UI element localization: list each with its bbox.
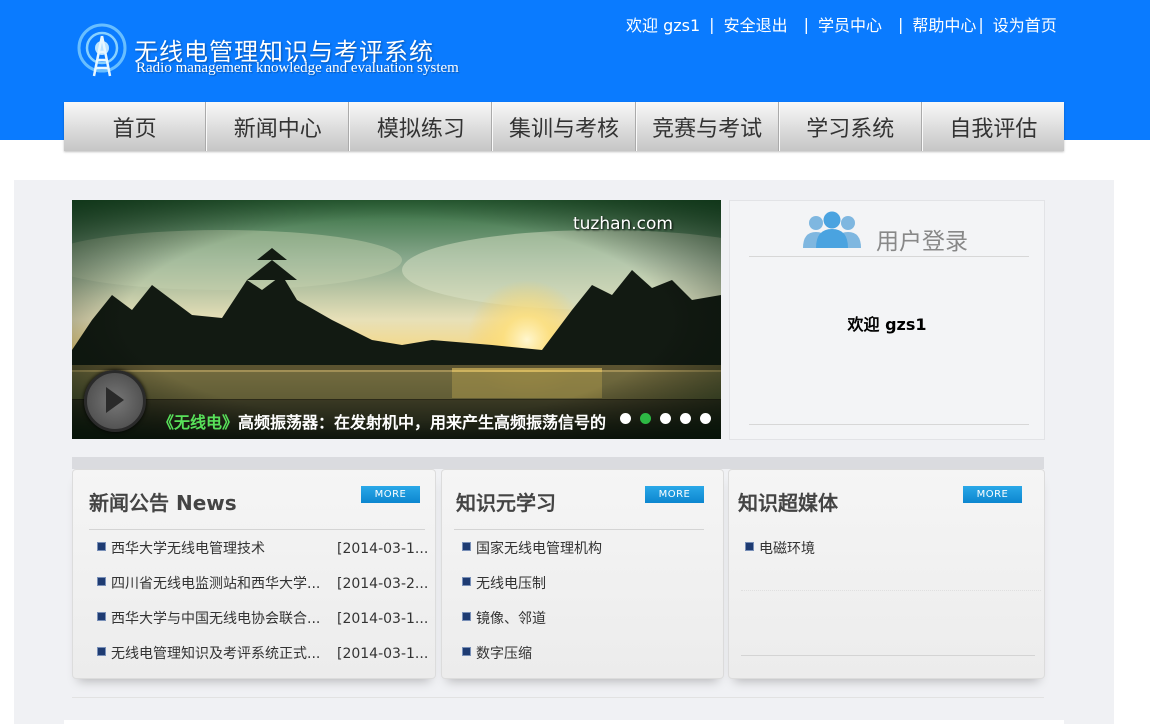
banner-carousel[interactable]: tuzhan.com 《无线电》高频振荡器：在发射机中，用来产生高频振荡信号的	[72, 200, 721, 439]
news-item-date: [2014-03-1...	[337, 611, 429, 627]
login-title: 用户登录	[876, 229, 968, 255]
bullet-icon	[462, 577, 471, 586]
banner-caption[interactable]: 《无线电》高频振荡器：在发射机中，用来产生高频振荡信号的	[158, 409, 606, 433]
knowledge-panel: 知识元学习 MORE 国家无线电管理机构 无线电压制 镜像、邻道 数字压缩	[441, 469, 724, 679]
knowledge-more-button[interactable]: MORE	[645, 486, 704, 503]
nav-home[interactable]: 首页	[64, 102, 207, 151]
news-more-button[interactable]: MORE	[361, 486, 420, 503]
student-center-link[interactable]: 学员中心	[818, 12, 882, 36]
knowledge-item-title: 镜像、邻道	[476, 611, 546, 627]
media-panel: 知识超媒体 MORE 电磁环境	[728, 469, 1045, 679]
welcome-user-link[interactable]: 欢迎 gzs1	[626, 12, 700, 36]
divider	[741, 655, 1035, 656]
bullet-icon	[462, 647, 471, 656]
main-nav: 首页 新闻中心 模拟练习 集训与考核 竞赛与考试 学习系统 自我评估	[64, 102, 1064, 151]
banner-watermark: tuzhan.com	[572, 214, 673, 234]
nav-practice[interactable]: 模拟练习	[349, 102, 493, 151]
section-divider-strip	[72, 457, 1044, 469]
nav-news-center[interactable]: 新闻中心	[206, 102, 350, 151]
help-center-link[interactable]: 帮助中心	[912, 12, 976, 36]
nav-competition-exam[interactable]: 竞赛与考试	[635, 102, 779, 151]
knowledge-item-title: 无线电压制	[476, 576, 546, 592]
bullet-icon	[462, 542, 471, 551]
link-separator: |	[897, 14, 904, 34]
knowledge-panel-title: 知识元学习	[456, 491, 556, 515]
news-panel-title: 新闻公告 News	[89, 491, 237, 515]
nav-self-assessment[interactable]: 自我评估	[921, 102, 1064, 151]
nav-learning-system[interactable]: 学习系统	[778, 102, 922, 151]
nav-training-assessment[interactable]: 集训与考核	[492, 102, 636, 151]
login-panel: 用户登录 欢迎 gzs1	[729, 200, 1045, 440]
carousel-dot[interactable]	[700, 413, 711, 424]
login-header: 用户登录	[749, 201, 1029, 257]
news-item-title: 无线电管理知识及考评系统正式...	[111, 646, 321, 662]
news-item-date: [2014-03-2...	[337, 576, 429, 592]
media-more-button[interactable]: MORE	[963, 486, 1022, 503]
carousel-dot-active[interactable]	[640, 413, 651, 424]
divider	[454, 529, 704, 530]
radio-tower-icon	[77, 23, 127, 77]
logout-link[interactable]: 安全退出	[724, 12, 788, 36]
knowledge-item-title: 数字压缩	[476, 646, 532, 662]
divider	[749, 424, 1029, 425]
banner-caption-tag: 《无线电》	[158, 413, 239, 432]
carousel-dots	[620, 413, 720, 424]
banner-caption-text: 高频振荡器：在发射机中，用来产生高频振荡信号的	[238, 413, 607, 432]
divider	[72, 697, 1044, 698]
news-panel: 新闻公告 News MORE 西华大学无线电管理技术 [2014-03-1...…	[72, 469, 436, 679]
link-separator: |	[709, 14, 715, 34]
carousel-dot[interactable]	[680, 413, 691, 424]
news-item-title: 西华大学与中国无线电协会联合...	[111, 611, 321, 627]
top-links: 欢迎 gzs1 | 安全退出 | 学员中心 | 帮助中心 | 设为首页	[626, 12, 1057, 36]
link-separator: |	[803, 14, 809, 34]
link-separator: |	[978, 14, 984, 34]
bullet-icon	[97, 612, 106, 621]
site-logo[interactable]: 无线电管理知识与考评系统 Radio management knowledge …	[76, 22, 476, 82]
news-item-date: [2014-03-1...	[337, 541, 429, 557]
users-icon	[803, 211, 861, 248]
play-button[interactable]	[84, 370, 146, 432]
carousel-dot[interactable]	[660, 413, 671, 424]
play-icon	[106, 387, 124, 413]
news-item-title: 四川省无线电监测站和西华大学...	[111, 576, 321, 592]
bullet-icon	[745, 542, 754, 551]
set-homepage-link[interactable]: 设为首页	[993, 12, 1057, 36]
bullet-icon	[97, 647, 106, 656]
site-subtitle: Radio management knowledge and evaluatio…	[136, 60, 459, 76]
divider	[89, 529, 425, 530]
media-panel-title: 知识超媒体	[738, 491, 838, 515]
media-item-title: 电磁环境	[759, 541, 815, 557]
knowledge-item-title: 国家无线电管理机构	[476, 541, 602, 557]
news-item-date: [2014-03-1...	[337, 646, 429, 662]
footer-edge	[64, 720, 1064, 724]
welcome-message: 欢迎 gzs1	[847, 315, 927, 334]
bullet-icon	[97, 577, 106, 586]
news-item-title: 西华大学无线电管理技术	[111, 541, 265, 557]
divider	[741, 590, 1041, 591]
bullet-icon	[462, 612, 471, 621]
carousel-dot[interactable]	[620, 413, 631, 424]
bullet-icon	[97, 542, 106, 551]
